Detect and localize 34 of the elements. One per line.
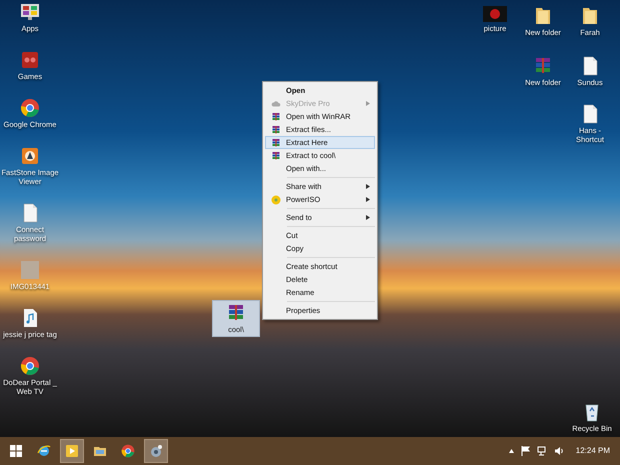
browser-e-icon <box>37 444 51 458</box>
browser-logo-icon <box>20 356 40 376</box>
submenu-arrow-icon <box>366 101 370 106</box>
media-player-icon <box>65 444 79 458</box>
disc-icon <box>271 194 281 204</box>
gamepad-icon <box>20 50 40 70</box>
flag-icon <box>520 446 531 456</box>
archive-books-icon <box>226 303 246 323</box>
submenu-arrow-icon <box>366 215 370 220</box>
folder-icon <box>533 6 553 26</box>
archive-books-icon <box>271 138 281 148</box>
archive-books-icon <box>533 56 553 76</box>
archive-books-icon <box>271 124 281 134</box>
browser-logo-icon <box>20 98 40 118</box>
monitor-icon <box>20 2 40 22</box>
cloud-icon <box>271 98 281 108</box>
speaker-icon <box>554 446 565 456</box>
clock[interactable]: 12:24 PM <box>576 445 610 457</box>
network-icon <box>536 446 548 456</box>
photo-thumbnail-icon <box>20 260 40 280</box>
image-viewer-icon <box>20 146 40 166</box>
taskbar-button[interactable] <box>60 439 84 463</box>
browser-logo-icon <box>121 444 135 458</box>
folder-icon <box>93 444 107 458</box>
submenu-arrow-icon <box>366 184 370 189</box>
windows-logo-icon <box>10 445 22 457</box>
caret-up-icon <box>508 449 514 453</box>
picture-thumbnail-icon <box>483 6 507 22</box>
app-icon <box>149 444 163 458</box>
archive-books-icon <box>271 150 281 160</box>
archive-books-icon <box>271 112 281 122</box>
submenu-arrow-icon <box>366 197 370 202</box>
folder-icon <box>580 6 600 26</box>
taskbar-button[interactable] <box>144 439 168 463</box>
